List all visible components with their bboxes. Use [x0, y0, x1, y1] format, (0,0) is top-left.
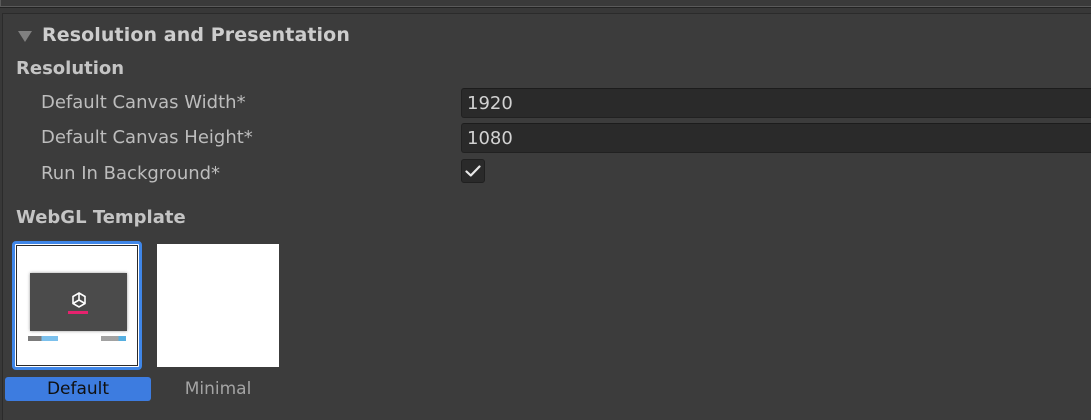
template-default-tile[interactable] [12, 241, 142, 370]
loading-bar [68, 311, 88, 314]
template-default-label[interactable]: Default [5, 377, 151, 401]
thumbnail-screen [30, 273, 127, 331]
webgl-template-heading: WebGL Template [16, 207, 186, 228]
thumbnail-footer-logo [28, 336, 58, 341]
canvas-height-label: Default Canvas Height* [41, 127, 253, 148]
triangle-down-icon [18, 30, 32, 42]
canvas-width-row: Default Canvas Width* [0, 88, 1091, 118]
run-in-background-checkbox[interactable] [461, 159, 485, 183]
canvas-width-label: Default Canvas Width* [41, 92, 246, 113]
section-title: Resolution and Presentation [42, 24, 350, 46]
resolution-presentation-foldout[interactable]: Resolution and Presentation [18, 22, 350, 48]
unity-logo-icon [72, 292, 86, 308]
template-minimal-label[interactable]: Minimal [157, 377, 279, 401]
template-minimal-tile[interactable] [157, 244, 279, 367]
canvas-height-input[interactable] [461, 123, 1091, 153]
thumbnail-footer-controls [101, 336, 126, 341]
run-in-background-label: Run In Background* [41, 163, 221, 184]
canvas-width-input[interactable] [461, 88, 1091, 118]
resolution-heading: Resolution [16, 58, 125, 79]
checkmark-icon [465, 165, 481, 177]
canvas-height-row: Default Canvas Height* [0, 123, 1091, 153]
run-in-background-row: Run In Background* [0, 159, 1091, 189]
template-default-thumbnail [16, 245, 138, 366]
previous-section-edge [0, 0, 1091, 8]
previous-section-frame [0, 0, 1091, 7]
